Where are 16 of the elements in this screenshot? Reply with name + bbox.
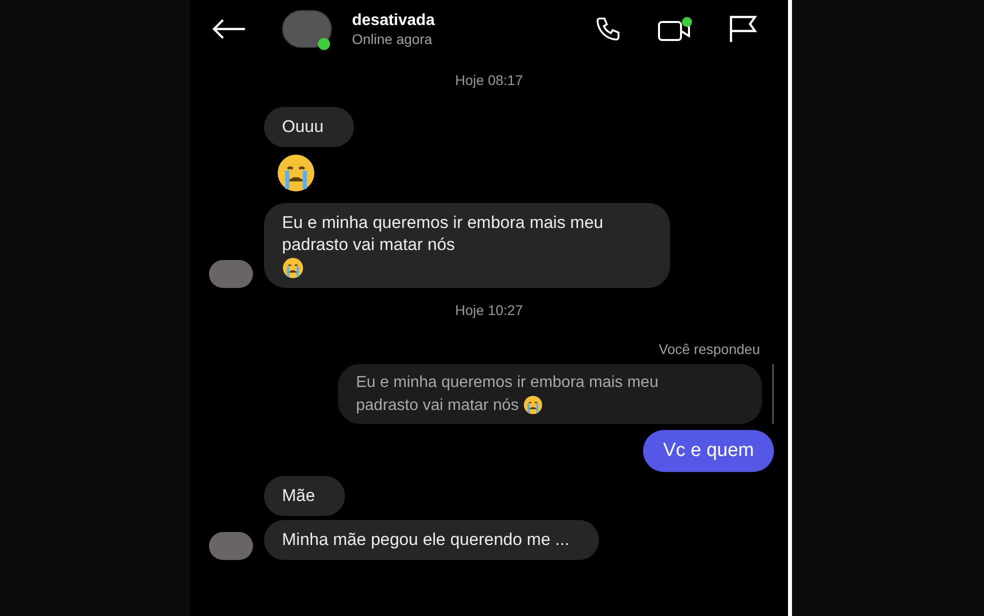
received-message: Minha mãe pegou ele querendo me ... xyxy=(264,520,600,560)
crying-face-icon xyxy=(276,153,316,193)
sent-message: Vc e quem xyxy=(643,430,774,472)
timestamp: Hoje 08:17 xyxy=(455,71,523,90)
video-camera-icon[interactable] xyxy=(658,16,694,42)
received-message: Ouuu xyxy=(264,107,354,147)
received-message: Eu e minha queremos ir embora mais meu padrasto vai matar nós xyxy=(264,203,670,288)
contact-name: desativada xyxy=(352,10,435,30)
back-arrow-icon[interactable] xyxy=(212,19,246,39)
quoted-message: Eu e minha queremos ir embora mais meu padrasto vai matar nós xyxy=(338,364,762,424)
status-text: Online agora xyxy=(352,30,434,48)
reply-label: Você respondeu xyxy=(658,340,760,359)
timestamp: Hoje 10:27 xyxy=(455,300,523,320)
flag-icon[interactable] xyxy=(728,15,758,43)
received-message: Mãe xyxy=(264,476,346,516)
avatar[interactable] xyxy=(282,10,332,48)
